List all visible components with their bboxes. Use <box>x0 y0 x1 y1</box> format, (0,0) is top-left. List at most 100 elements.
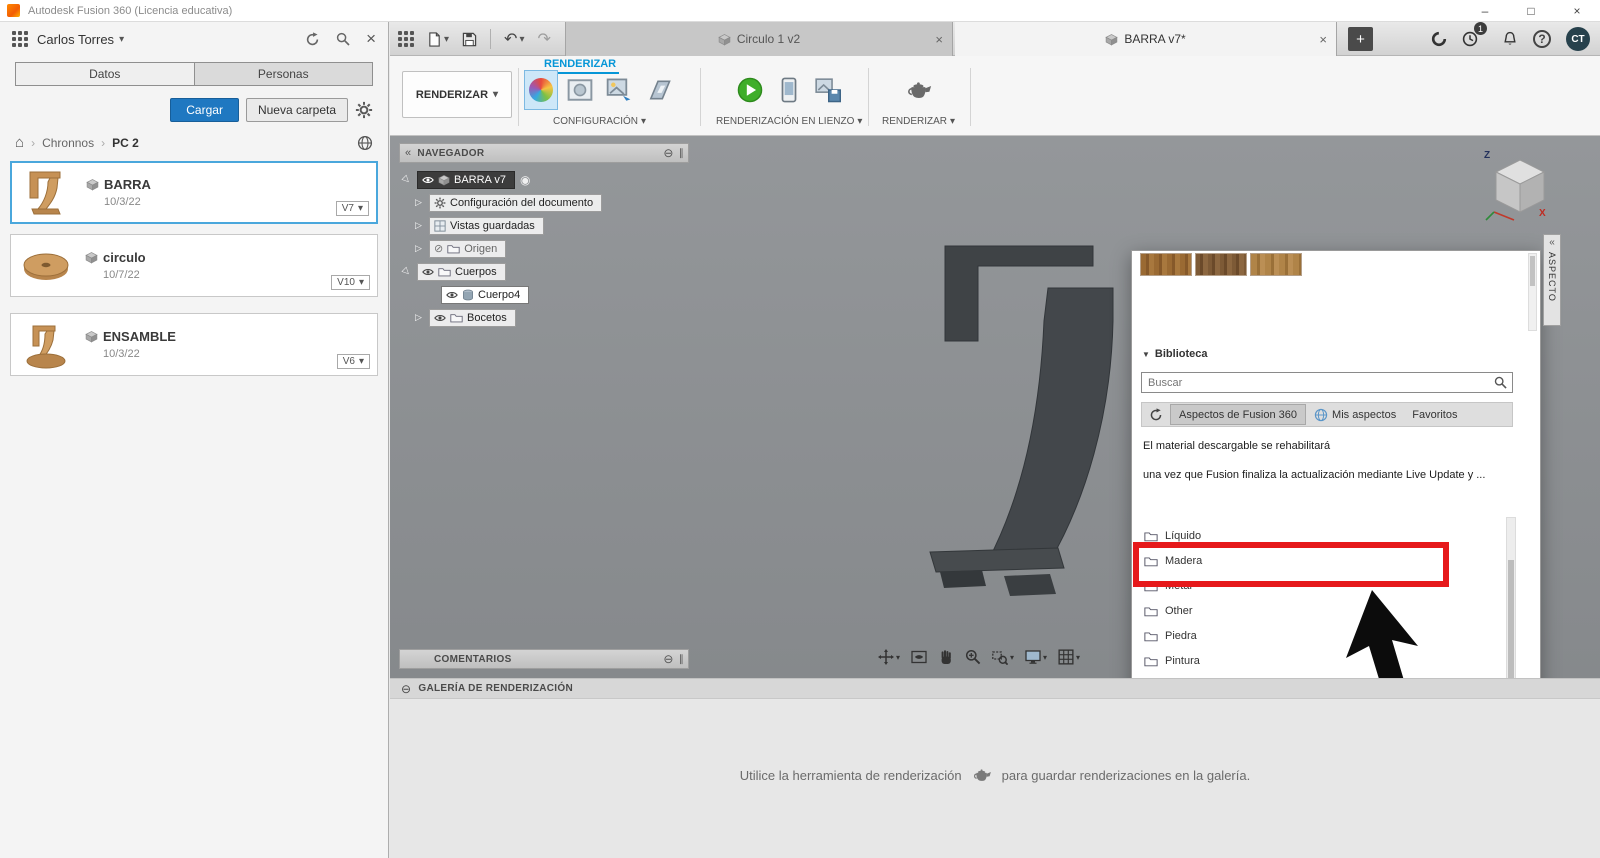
tree-row-origen[interactable]: ▷ ⊘ Origen <box>399 237 602 260</box>
document-tab-circulo[interactable]: Circulo 1 v2 × <box>565 22 953 56</box>
visibility-icon[interactable] <box>422 266 434 278</box>
new-folder-button[interactable]: Nueva carpeta <box>245 98 348 122</box>
minimize-panel-icon[interactable]: ⊖ <box>663 652 673 666</box>
group-label-renderizar[interactable]: RENDERIZAR ▾ <box>882 116 955 127</box>
model-body[interactable] <box>920 240 1130 610</box>
render-button[interactable] <box>902 70 936 110</box>
view-cube[interactable]: Z X <box>1482 150 1556 229</box>
viewport[interactable]: « NAVEGADOR ⊖ ∥ ▷ BARRA v7 ◉ ▷ Configura… <box>390 136 1600 678</box>
close-panel-icon[interactable]: × <box>366 29 376 49</box>
minimize-button[interactable]: – <box>1462 0 1508 21</box>
expand-icon[interactable]: ▷ <box>399 172 415 188</box>
visibility-off-icon[interactable]: ⊘ <box>434 242 443 255</box>
bell-icon[interactable] <box>1502 31 1518 47</box>
undo-button[interactable]: ↶ ▾ <box>504 29 524 49</box>
tree-row-bocetos[interactable]: ▷ Bocetos <box>399 306 602 329</box>
home-icon[interactable]: ⌂ <box>15 134 24 151</box>
tree-row-saved-views[interactable]: ▷ Vistas guardadas <box>399 214 602 237</box>
expand-icon[interactable]: ▷ <box>399 264 415 280</box>
tree-row-root[interactable]: ▷ BARRA v7 ◉ <box>399 168 602 191</box>
expand-icon[interactable]: ▷ <box>413 220 424 231</box>
tab-mis-aspectos[interactable]: Mis aspectos <box>1306 404 1404 425</box>
pan-button[interactable] <box>938 649 954 665</box>
redo-button[interactable]: ↷ <box>537 29 550 49</box>
wood-swatch[interactable] <box>1250 253 1302 276</box>
orbit-button[interactable]: ▾ <box>878 649 900 665</box>
capture-image-button[interactable] <box>811 70 845 110</box>
chevron-down-icon[interactable]: ▾ <box>119 34 124 45</box>
minimize-panel-icon[interactable]: ⊖ <box>663 146 673 160</box>
minimize-panel-icon[interactable]: ⊖ <box>401 682 411 696</box>
zoom-window-button[interactable]: ▾ <box>992 649 1014 665</box>
workspace-dropdown-button[interactable]: RENDERIZAR ▾ <box>402 71 512 118</box>
display-settings-button[interactable]: ▾ <box>1025 649 1047 665</box>
texture-map-button[interactable] <box>641 70 675 110</box>
visibility-icon[interactable] <box>446 289 458 301</box>
search-icon[interactable] <box>1494 374 1507 392</box>
app-launcher-icon[interactable] <box>398 31 414 47</box>
expand-icon[interactable]: ▷ <box>413 197 424 208</box>
job-status-icon[interactable] <box>1431 31 1447 47</box>
panel-handle-icon[interactable]: ∥ <box>679 654 684 665</box>
library-section-header[interactable]: ▼ Biblioteca <box>1142 348 1208 360</box>
look-at-button[interactable] <box>911 649 927 665</box>
tree-row-cuerpo4[interactable]: Cuerpo4 <box>399 283 602 306</box>
notification-center[interactable]: 1 <box>1462 22 1487 47</box>
close-button[interactable]: × <box>1554 0 1600 21</box>
in-canvas-render-button[interactable] <box>733 70 767 110</box>
comments-header[interactable]: COMENTARIOS ⊖ ∥ <box>399 649 689 669</box>
tab-aspectos-fusion[interactable]: Aspectos de Fusion 360 <box>1170 404 1307 425</box>
tree-row-doc-settings[interactable]: ▷ Configuración del documento <box>399 191 603 214</box>
help-icon[interactable]: ? <box>1533 30 1551 48</box>
wood-swatch[interactable] <box>1140 253 1192 276</box>
panel-handle-icon[interactable]: ∥ <box>679 148 684 159</box>
breadcrumb-project[interactable]: Chronnos <box>42 136 94 150</box>
scene-settings-button[interactable] <box>563 70 597 110</box>
breadcrumb-folder[interactable]: PC 2 <box>112 136 139 150</box>
zoom-button[interactable] <box>965 649 981 665</box>
grid-settings-button[interactable]: ▾ <box>1058 649 1080 665</box>
close-tab-icon[interactable]: × <box>1319 32 1327 47</box>
refresh-icon[interactable] <box>1149 408 1163 422</box>
document-tab-barra[interactable]: BARRA v7* × <box>955 22 1337 56</box>
version-dropdown[interactable]: V6 ▾ <box>336 354 370 369</box>
close-tab-icon[interactable]: × <box>935 32 943 47</box>
tab-personas[interactable]: Personas <box>193 63 372 85</box>
search-input[interactable] <box>1142 376 1494 389</box>
visibility-icon[interactable] <box>422 174 434 186</box>
team-name[interactable]: Carlos Torres <box>37 32 114 47</box>
expand-icon[interactable]: ▷ <box>413 243 424 254</box>
navigator-header[interactable]: « NAVEGADOR ⊖ ∥ <box>399 143 689 163</box>
aspecto-side-tab[interactable]: « ASPECTO <box>1543 234 1561 326</box>
tab-datos[interactable]: Datos <box>16 63 194 85</box>
file-card-barra[interactable]: BARRA 10/3/22 V7 ▾ <box>10 161 378 224</box>
version-dropdown[interactable]: V10 ▾ <box>331 275 370 290</box>
category-piedra[interactable]: Piedra <box>1141 623 1506 648</box>
appearance-tool-button[interactable] <box>524 70 558 110</box>
expand-icon[interactable]: ▷ <box>413 312 424 323</box>
collapse-panel-icon[interactable]: « <box>405 147 411 159</box>
settings-gear-icon[interactable] <box>355 101 373 119</box>
render-gallery-header[interactable]: ⊖ GALERÍA DE RENDERIZACIÓN <box>390 678 1600 699</box>
collapse-panel-icon[interactable]: « <box>1549 237 1555 248</box>
tree-row-cuerpos[interactable]: ▷ Cuerpos <box>399 260 602 283</box>
globe-icon[interactable] <box>357 135 373 151</box>
scrollbar[interactable] <box>1528 253 1537 331</box>
file-card-ensamble[interactable]: ENSAMBLE 10/3/22 V6 ▾ <box>10 313 378 376</box>
group-label-lienzo[interactable]: RENDERIZACIÓN EN LIENZO ▾ <box>716 116 862 127</box>
tab-favoritos[interactable]: Favoritos <box>1404 404 1465 425</box>
file-menu-button[interactable]: ▾ <box>427 32 449 47</box>
version-dropdown[interactable]: V7 ▾ <box>335 201 369 216</box>
save-icon[interactable] <box>462 32 477 47</box>
category-other[interactable]: Other <box>1141 598 1506 623</box>
maximize-button[interactable]: □ <box>1508 0 1554 21</box>
render-device-button[interactable] <box>772 70 806 110</box>
file-card-circulo[interactable]: circulo 10/7/22 V10 ▾ <box>10 234 378 297</box>
wood-swatch[interactable] <box>1195 253 1247 276</box>
upload-button[interactable]: Cargar <box>170 98 239 122</box>
new-document-tab-button[interactable]: + <box>1348 27 1373 51</box>
user-avatar[interactable]: CT <box>1566 27 1590 51</box>
team-switcher-icon[interactable] <box>12 31 28 47</box>
search-icon[interactable] <box>336 32 350 46</box>
refresh-icon[interactable] <box>305 32 320 47</box>
